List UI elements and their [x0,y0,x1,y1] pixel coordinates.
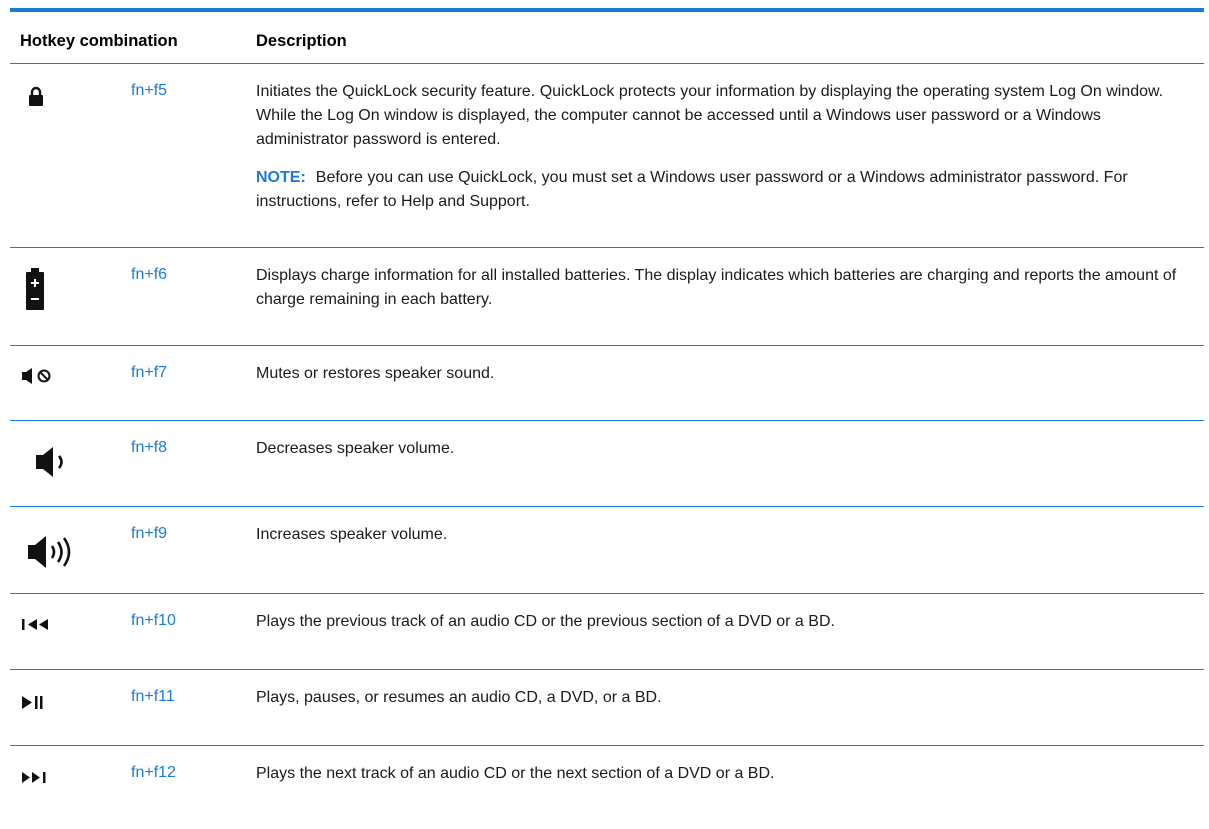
table-row: fn+f5 Initiates the QuickLock security f… [10,63,1204,247]
hotkey-label: fn+f10 [131,612,176,629]
hotkey-label: fn+f9 [131,525,168,542]
row-description: Displays charge information for all inst… [256,267,1177,308]
hotkey-column-header: Hotkey combination [20,32,178,50]
hotkey-table: Hotkey combination Description fn+f5 Ini… [10,8,1204,826]
table-row: fn+f7 Mutes or restores speaker sound. [10,345,1204,420]
row-description: Decreases speaker volume. [256,440,455,457]
row-description: Plays the previous track of an audio CD … [256,613,835,630]
table-row: fn+f9 Increases speaker volume. [10,506,1204,593]
hotkey-label: fn+f6 [131,266,168,283]
table-row: fn+f11 Plays, pauses, or resumes an audi… [10,669,1204,745]
volume-down-icon [36,447,96,477]
note-text: Before you can use QuickLock, you must s… [256,169,1128,210]
note: NOTE: Before you can use QuickLock, you m… [256,166,1186,214]
table-header: Hotkey combination Description [10,12,1204,63]
description-text: Initiates the QuickLock security feature… [256,83,1164,148]
hotkey-label: fn+f7 [131,364,168,381]
table-row: fn+f12 Plays the next track of an audio … [10,745,1204,826]
row-description: Initiates the QuickLock security feature… [256,80,1186,214]
hotkey-label: fn+f11 [131,688,175,705]
row-description: Mutes or restores speaker sound. [256,365,495,382]
row-description: Plays the next track of an audio CD or t… [256,765,775,782]
battery-icon [26,268,86,310]
hotkey-label: fn+f8 [131,439,168,456]
volume-up-icon [28,536,88,568]
note-label: NOTE: [256,169,306,186]
row-description: Increases speaker volume. [256,526,448,543]
row-description: Plays, pauses, or resumes an audio CD, a… [256,689,662,706]
description-column-header: Description [256,32,347,50]
hotkey-label: fn+f5 [131,82,168,99]
table-row: fn+f10 Plays the previous track of an au… [10,593,1204,669]
table-row: fn+f6 Displays charge information for al… [10,247,1204,345]
next-track-icon [22,772,82,783]
lock-icon [29,86,89,106]
table-row: fn+f8 Decreases speaker volume. [10,420,1204,506]
previous-track-icon [22,619,82,630]
speaker-mute-icon [22,368,82,384]
play-pause-icon [22,696,82,709]
hotkey-label: fn+f12 [131,764,176,781]
